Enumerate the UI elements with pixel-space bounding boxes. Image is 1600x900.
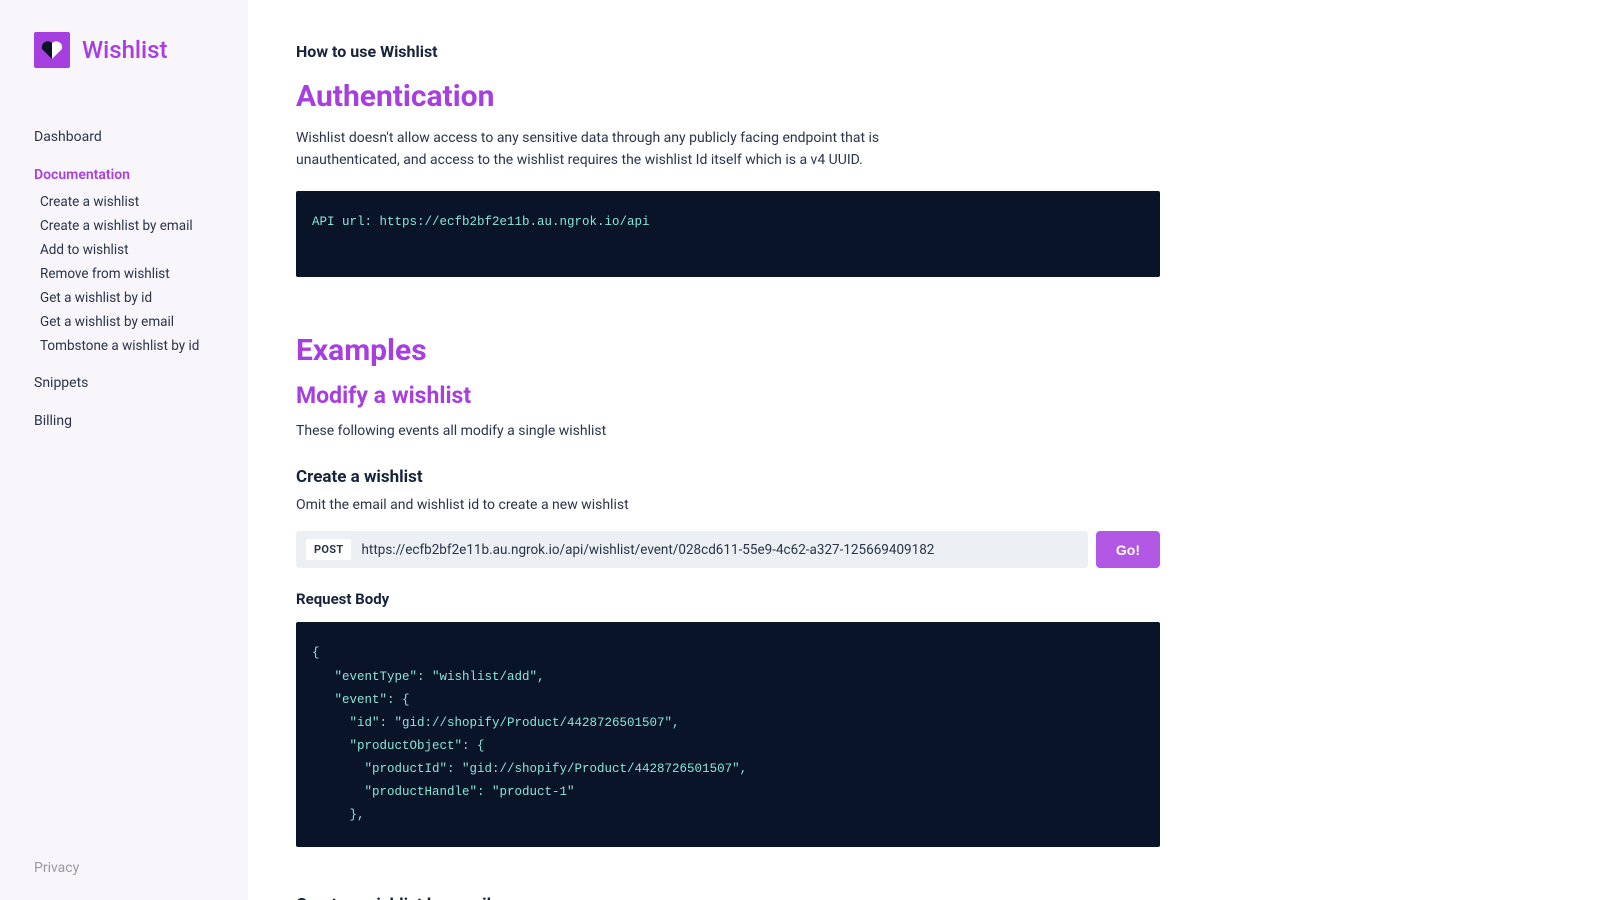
nav-item-dashboard[interactable]: Dashboard — [34, 122, 214, 152]
brand-logo-icon — [34, 32, 70, 68]
main: How to use Wishlist Authentication Wishl… — [248, 0, 1600, 900]
content: How to use Wishlist Authentication Wishl… — [248, 0, 1208, 900]
nav-sub-create-by-email[interactable]: Create a wishlist by email — [40, 214, 214, 238]
request-body-code: { "eventType": "wishlist/add", "event": … — [296, 622, 1160, 847]
doc-subnav: Create a wishlist Create a wishlist by e… — [40, 190, 214, 358]
auth-code-block: API url: https://ecfb2bf2e11b.au.ngrok.i… — [296, 191, 1160, 277]
nav-sub-get-by-id[interactable]: Get a wishlist by id — [40, 286, 214, 310]
nav-sub-tombstone[interactable]: Tombstone a wishlist by id — [40, 334, 214, 358]
sidebar: Wishlist Dashboard Documentation Create … — [0, 0, 248, 900]
nav-item-snippets[interactable]: Snippets — [34, 368, 214, 398]
sidebar-nav: Dashboard Documentation Create a wishlis… — [0, 122, 248, 860]
modify-heading: Modify a wishlist — [296, 382, 1160, 409]
auth-body: Wishlist doesn't allow access to any sen… — [296, 128, 946, 171]
brand: Wishlist — [0, 32, 248, 68]
endpoint-row: POST https://ecfb2bf2e11b.au.ngrok.io/ap… — [296, 531, 1160, 568]
nav-sub-get-by-email[interactable]: Get a wishlist by email — [40, 310, 214, 334]
sidebar-footer: Privacy — [0, 860, 248, 876]
examples-heading: Examples — [296, 333, 1160, 368]
nav-sub-create-wishlist[interactable]: Create a wishlist — [40, 190, 214, 214]
nav-sub-remove-from[interactable]: Remove from wishlist — [40, 262, 214, 286]
go-button[interactable]: Go! — [1096, 531, 1160, 568]
endpoint-url: https://ecfb2bf2e11b.au.ngrok.io/api/wis… — [361, 542, 934, 558]
page-title: How to use Wishlist — [296, 42, 1160, 61]
auth-heading: Authentication — [296, 79, 1160, 114]
privacy-link[interactable]: Privacy — [34, 860, 79, 876]
create-desc: Omit the email and wishlist id to create… — [296, 497, 1160, 513]
create-by-email-heading: Create a wishlist by email — [296, 895, 1160, 900]
endpoint-box: POST https://ecfb2bf2e11b.au.ngrok.io/ap… — [296, 531, 1088, 568]
nav-sub-add-to[interactable]: Add to wishlist — [40, 238, 214, 262]
app-root: Wishlist Dashboard Documentation Create … — [0, 0, 1600, 900]
brand-title: Wishlist — [82, 36, 168, 64]
modify-intro: These following events all modify a sing… — [296, 423, 1160, 439]
create-heading: Create a wishlist — [296, 467, 1160, 487]
method-badge: POST — [306, 539, 351, 560]
nav-item-billing[interactable]: Billing — [34, 406, 214, 436]
request-body-label: Request Body — [296, 590, 1160, 608]
nav-item-documentation[interactable]: Documentation — [34, 160, 214, 190]
